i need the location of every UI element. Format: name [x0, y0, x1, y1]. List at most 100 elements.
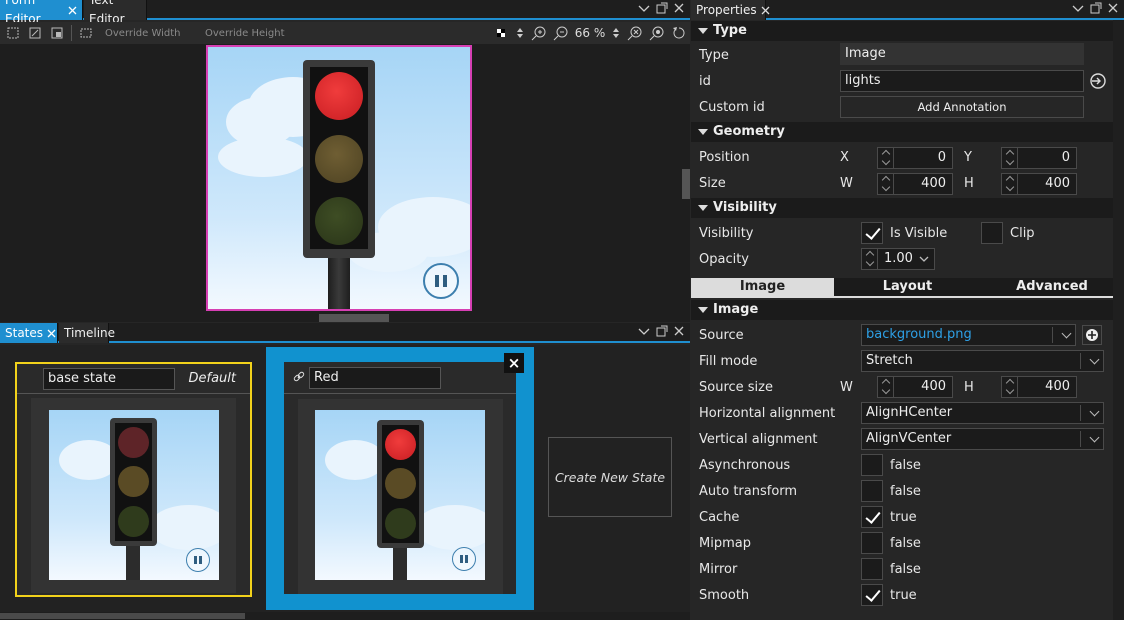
spin-value: 1.00	[884, 251, 913, 266]
size-h-spinbox[interactable]: 400	[1001, 173, 1077, 195]
spin-value: 0	[1061, 150, 1070, 165]
zoom-out-icon[interactable]	[550, 23, 572, 43]
mirror-checkbox[interactable]	[861, 558, 883, 580]
type-value: Image	[840, 43, 1084, 65]
subtab-advanced[interactable]: Advanced	[979, 278, 1124, 296]
chevron-down-icon[interactable]	[1072, 2, 1084, 14]
section-visibility-header[interactable]: Visibility	[691, 198, 1124, 218]
traffic-light-housing	[303, 60, 375, 258]
undock-icon[interactable]	[656, 325, 668, 337]
clip-checkbox[interactable]	[981, 222, 1003, 244]
h-label: H	[964, 176, 974, 191]
source-size-w-spinbox[interactable]: 400	[877, 376, 953, 398]
tab-properties[interactable]: Properties	[691, 0, 770, 20]
fill-mode-combobox[interactable]: Stretch	[861, 350, 1104, 372]
size-w-spinbox[interactable]: 400	[877, 173, 953, 195]
spin-value: 400	[1045, 379, 1070, 394]
state-name-input[interactable]: Red	[309, 367, 441, 389]
create-new-state-button[interactable]: Create New State	[548, 437, 672, 517]
pane-controls	[1072, 2, 1118, 14]
zoom-fit-icon[interactable]	[624, 23, 646, 43]
combo-value: background.png	[866, 327, 972, 342]
form-editor-canvas[interactable]	[0, 44, 682, 314]
close-icon[interactable]	[47, 329, 56, 338]
zoom-in-icon[interactable]	[528, 23, 550, 43]
source-combobox[interactable]: background.png	[861, 324, 1076, 346]
valign-label: Vertical alignment	[699, 432, 818, 447]
state-name-input[interactable]: base state	[43, 368, 175, 390]
cache-checkbox[interactable]	[861, 506, 883, 528]
w-label: W	[840, 176, 853, 191]
is-visible-label: Is Visible	[890, 226, 948, 241]
export-icon[interactable]	[1089, 72, 1107, 93]
type-label: Type	[699, 48, 729, 63]
id-input[interactable]: lights	[840, 70, 1084, 92]
link-icon[interactable]	[293, 371, 305, 386]
red-lamp	[385, 429, 416, 460]
position-y-spinbox[interactable]: 0	[1001, 147, 1077, 169]
default-label: Default	[188, 371, 237, 386]
snap-anchors-icon[interactable]	[24, 23, 46, 43]
base-state-card[interactable]: base state Default	[15, 362, 252, 597]
tab-states[interactable]: States	[0, 323, 58, 343]
tab-label: States	[5, 325, 44, 340]
snap-margins-icon[interactable]	[2, 23, 24, 43]
asynchronous-label: Asynchronous	[699, 458, 791, 473]
delete-state-button[interactable]: ×	[504, 353, 524, 373]
mipmap-checkbox[interactable]	[861, 532, 883, 554]
reset-size-icon[interactable]	[75, 23, 97, 43]
source-size-h-spinbox[interactable]: 400	[1001, 376, 1077, 398]
add-source-button[interactable]	[1082, 325, 1102, 345]
close-icon[interactable]	[1108, 2, 1118, 14]
close-icon[interactable]	[761, 6, 770, 15]
chevron-down-icon[interactable]	[638, 325, 650, 337]
section-type-header[interactable]: Type	[691, 21, 1124, 41]
halign-combobox[interactable]: AlignHCenter	[861, 402, 1104, 424]
yellow-lamp	[385, 468, 416, 499]
show-bounding-icon[interactable]	[46, 23, 68, 43]
canvas-vertical-scrollbar[interactable]	[682, 44, 690, 314]
section-geometry-header[interactable]: Geometry	[691, 122, 1124, 142]
subtab-layout[interactable]: Layout	[836, 278, 979, 296]
canvas-horizontal-scrollbar[interactable]	[0, 314, 690, 322]
properties-scrollbar[interactable]	[1113, 20, 1124, 620]
position-x-spinbox[interactable]: 0	[877, 147, 953, 169]
traffic-light-image[interactable]	[206, 45, 472, 311]
auto-transform-checkbox[interactable]	[861, 480, 883, 502]
states-scrollbar[interactable]	[0, 612, 690, 620]
spin-value: 400	[921, 379, 946, 394]
add-annotation-button[interactable]: Add Annotation	[840, 96, 1084, 118]
clip-label: Clip	[1010, 226, 1035, 241]
tab-text-editor[interactable]: Text Editor	[84, 0, 147, 26]
red-state-card[interactable]: Red ×	[266, 347, 534, 610]
y-label: Y	[964, 150, 972, 165]
smooth-checkbox[interactable]	[861, 584, 883, 606]
is-visible-checkbox[interactable]	[861, 222, 883, 244]
override-width-field[interactable]: Override Width	[105, 28, 197, 39]
undock-icon[interactable]	[1090, 2, 1102, 14]
close-icon[interactable]	[674, 2, 684, 14]
zoom-selection-icon[interactable]	[646, 23, 668, 43]
background-color-icon[interactable]	[490, 23, 512, 43]
spin-value: 400	[921, 176, 946, 191]
subtab-image[interactable]: Image	[691, 278, 834, 296]
tab-timeline[interactable]: Timeline	[59, 323, 115, 343]
opacity-spinbox[interactable]: 1.00	[861, 248, 935, 270]
chevron-down-icon[interactable]	[638, 2, 650, 14]
asynchronous-checkbox[interactable]	[861, 454, 883, 476]
zoom-spin-icon[interactable]	[608, 23, 624, 43]
undock-icon[interactable]	[656, 2, 668, 14]
close-icon[interactable]	[674, 325, 684, 337]
combo-value: AlignHCenter	[866, 405, 953, 420]
properties-panel: Type Type Image id lights Custom id Add …	[691, 20, 1124, 620]
close-icon[interactable]	[68, 6, 77, 15]
section-image-header[interactable]: Image	[691, 300, 1124, 320]
override-height-field[interactable]: Override Height	[205, 28, 297, 39]
valign-combobox[interactable]: AlignVCenter	[861, 428, 1104, 450]
source-label: Source	[699, 328, 744, 343]
zoom-level[interactable]: 66 %	[572, 26, 608, 40]
reset-view-icon[interactable]	[668, 23, 690, 43]
pause-icon[interactable]	[423, 263, 459, 299]
tab-form-editor[interactable]: Form Editor	[0, 0, 83, 26]
sort-arrows-icon[interactable]	[512, 23, 528, 43]
